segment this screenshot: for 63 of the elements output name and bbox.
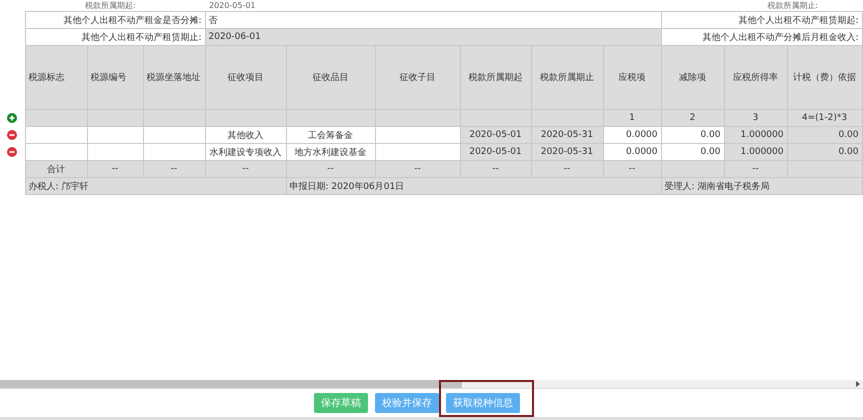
- scroll-right-icon[interactable]: [855, 381, 861, 387]
- table-cell: 0.0000: [603, 126, 661, 144]
- remove-row-icon[interactable]: [7, 147, 18, 157]
- table-cell: --: [603, 160, 661, 178]
- column-header: 应税所得率: [724, 46, 787, 110]
- table-cell: 0.00: [787, 126, 862, 144]
- table-cell: 3: [724, 110, 787, 126]
- column-header: 税款所属期起: [460, 46, 531, 110]
- table-cell: --: [375, 160, 460, 178]
- table-cell: 2020-05-01: [460, 144, 531, 160]
- table-cell: --: [205, 160, 286, 178]
- table-cell: --: [724, 160, 787, 178]
- column-header: 征收子目: [375, 46, 460, 110]
- footer-text: 受理人: 湖南省电子税务局: [661, 178, 862, 194]
- field-label: 税款所属期止:: [767, 0, 818, 11]
- horizontal-scrollbar[interactable]: [0, 380, 863, 389]
- field-label: 其他个人出租不动产租赁期起:: [661, 12, 862, 28]
- table-cell: 2020-05-31: [531, 144, 603, 160]
- table-cell: 水利建设专项收入: [205, 144, 286, 160]
- table-cell: 1.000000: [724, 126, 787, 144]
- table-cell: --: [87, 160, 143, 178]
- table-cell: 工会筹备金: [286, 126, 375, 144]
- column-header: 税源标志: [25, 46, 87, 110]
- column-header: 税源坐落地址: [143, 46, 205, 110]
- table-cell: 1: [603, 110, 661, 126]
- table-cell: 2: [661, 110, 724, 126]
- table-cell: 4=(1-2)*3: [787, 110, 862, 126]
- table-cell: 合计: [25, 160, 87, 178]
- add-row-icon[interactable]: [7, 113, 18, 123]
- table-cell: 2020-05-01: [460, 126, 531, 144]
- column-header: 税源编号: [87, 46, 143, 110]
- column-header: 减除项: [661, 46, 724, 110]
- field-label: 税款所属期起:: [85, 0, 137, 11]
- field-label: 其他个人出租不动产分摊后月租金收入:: [661, 28, 862, 46]
- column-header: 计税（费）依据: [787, 46, 862, 110]
- action-button[interactable]: 获取税种信息: [446, 393, 520, 413]
- table-cell: 1.000000: [724, 144, 787, 160]
- table-cell: 0.00: [661, 126, 724, 144]
- column-header: 应税项: [603, 46, 661, 110]
- table-cell: 0.00: [661, 144, 724, 160]
- scrollbar-thumb[interactable]: [0, 380, 462, 388]
- field-value: 否: [205, 12, 661, 28]
- table-cell: 其他收入: [205, 126, 286, 144]
- field-label: 其他个人出租不动产租金是否分摊:: [25, 12, 205, 28]
- column-header: 征收项目: [205, 46, 286, 110]
- table-cell: 地方水利建设基金: [286, 144, 375, 160]
- table-cell: 0.0000: [603, 144, 661, 160]
- table-cell: --: [286, 160, 375, 178]
- table-cell: --: [460, 160, 531, 178]
- footer-text: 办税人: 邝宇轩: [25, 178, 286, 194]
- column-header: 征收品目: [286, 46, 375, 110]
- table-cell: --: [531, 160, 603, 178]
- field-value: 2020-05-01: [209, 0, 256, 11]
- action-button[interactable]: 保存草稿: [314, 393, 368, 413]
- footer-text: 申报日期: 2020年06月01日: [286, 178, 661, 194]
- field-value: 2020-06-01: [205, 28, 661, 46]
- action-button[interactable]: 校验并保存: [375, 393, 439, 413]
- remove-row-icon[interactable]: [7, 130, 18, 140]
- table-cell: 0.00: [787, 144, 862, 160]
- table-cell: 2020-05-31: [531, 126, 603, 144]
- table-cell: --: [143, 160, 205, 178]
- field-label: 其他个人出租不动产租赁期止:: [25, 28, 205, 46]
- column-header: 税款所属期止: [531, 46, 603, 110]
